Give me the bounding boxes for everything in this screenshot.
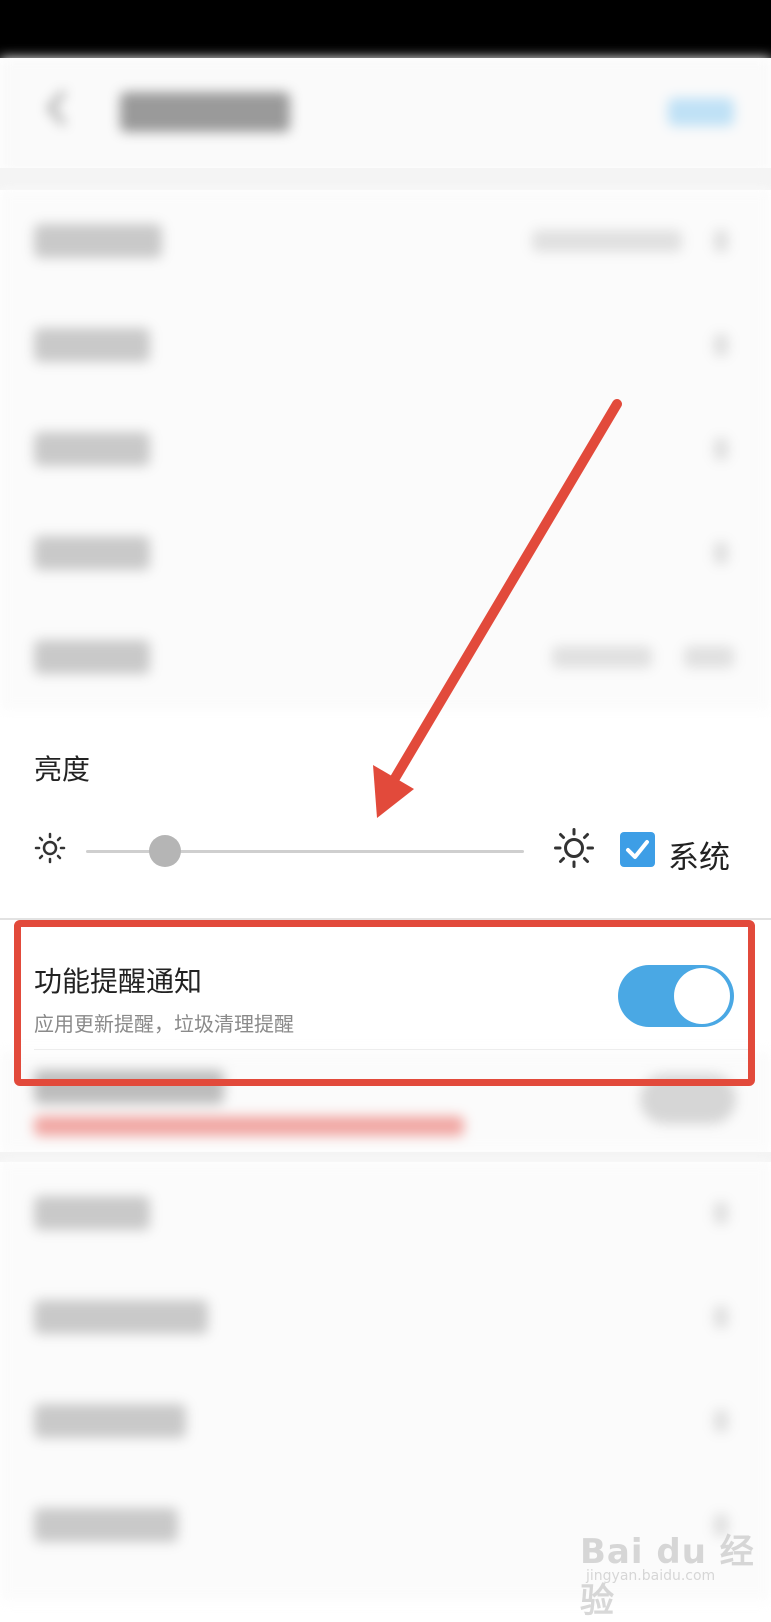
system-checkbox-label[interactable]: 系统 [668, 832, 730, 877]
section-gap [0, 168, 771, 190]
settings-row[interactable] [0, 398, 771, 503]
settings-row[interactable] [0, 294, 771, 399]
brightness-high-icon [554, 828, 594, 868]
baidu-watermark: Bai du 经验 jingyan.baidu.com [580, 1510, 760, 1621]
section-gap [0, 1152, 771, 1162]
brightness-low-icon [34, 832, 66, 864]
header-action-button[interactable] [668, 98, 734, 126]
back-arrow-icon[interactable] [44, 88, 70, 128]
system-brightness-checkbox[interactable] [620, 832, 655, 867]
highlight-frame [14, 920, 755, 1086]
page-title [120, 92, 290, 132]
settings-row[interactable] [0, 1266, 771, 1371]
settings-row[interactable] [0, 190, 771, 295]
brightness-section: 亮度 系统 [0, 718, 771, 918]
brightness-title: 亮度 [34, 753, 91, 786]
app-header [0, 58, 771, 169]
settings-row[interactable] [0, 606, 771, 710]
brightness-slider-thumb[interactable] [148, 835, 181, 867]
settings-row[interactable] [0, 1162, 771, 1267]
status-bar [0, 0, 771, 58]
watermark-site: jingyan.baidu.com [586, 1568, 716, 1584]
settings-row[interactable] [0, 502, 771, 607]
checkmark-icon [626, 840, 649, 859]
settings-row[interactable] [0, 1370, 771, 1475]
